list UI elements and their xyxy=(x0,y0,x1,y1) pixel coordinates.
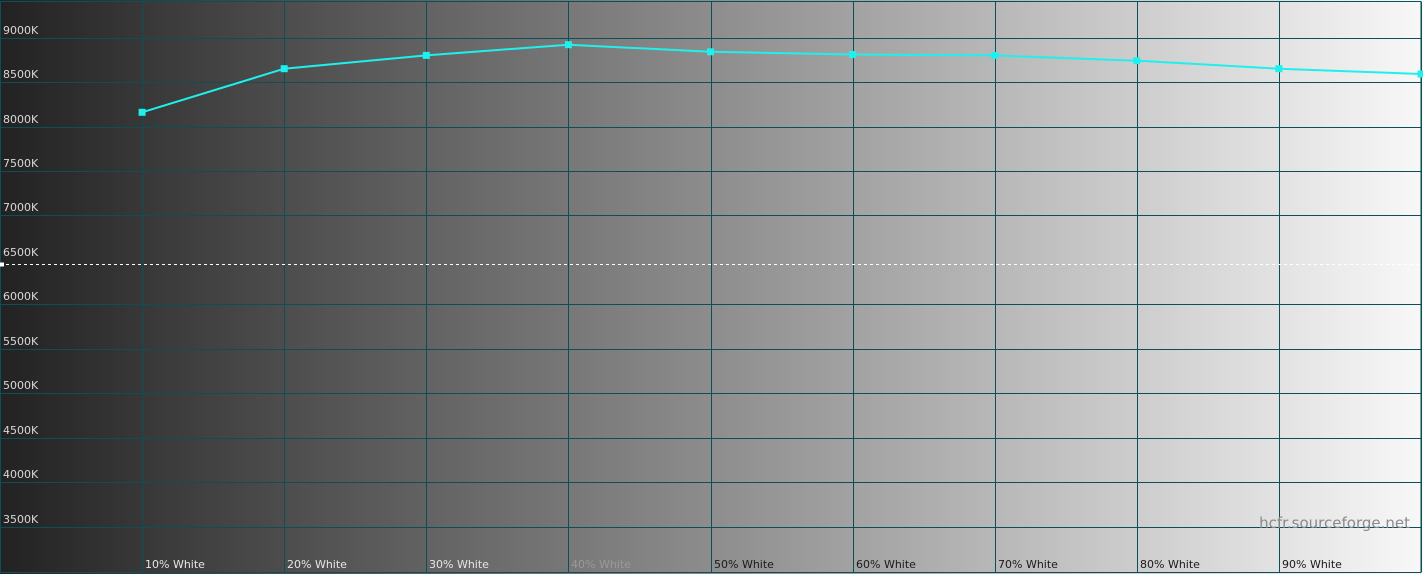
data-point xyxy=(991,51,999,59)
x-tick-label: 30% White xyxy=(429,558,489,571)
chart-container: 9000K 8500K 8000K 7500K 7000K 6500K 6000K 5500K… xyxy=(0,0,1423,574)
y-tick-label: 7000K xyxy=(3,201,39,214)
x-tick-label: 10% White xyxy=(145,558,205,571)
y-tick-label: 9000K xyxy=(3,24,39,37)
x-tick-label: 60% White xyxy=(856,558,916,571)
data-point xyxy=(849,51,857,58)
y-tick-label: 5000K xyxy=(3,379,39,392)
data-point xyxy=(1133,57,1141,65)
data-point xyxy=(564,41,572,49)
y-tick-label: 7500K xyxy=(3,157,39,170)
y-tick-label: 6000K xyxy=(3,290,39,303)
y-tick-label: 3500K xyxy=(3,513,39,526)
x-tick-label: 20% White xyxy=(287,558,347,571)
data-point xyxy=(1417,70,1423,78)
y-tick-label: 8000K xyxy=(3,113,39,126)
y-tick-label: 6500K xyxy=(3,246,39,259)
x-tick-label: 90% White xyxy=(1282,558,1342,571)
color-temperature-chart: 9000K 8500K 8000K 7500K 7000K 6500K 6000K 5500K… xyxy=(0,0,1423,574)
data-point xyxy=(280,65,288,73)
x-tick-label: 70% White xyxy=(998,558,1058,571)
y-tick-label: 5500K xyxy=(3,335,39,348)
watermark: hcfr.sourceforge.net xyxy=(1259,514,1410,532)
y-tick-label: 8500K xyxy=(3,68,39,81)
y-tick-label: 4500K xyxy=(3,424,39,437)
data-point xyxy=(707,48,714,56)
y-tick-label: 4000K xyxy=(3,468,39,481)
x-tick-label: 80% White xyxy=(1140,558,1200,571)
data-point xyxy=(1275,65,1283,73)
x-tick-label: 50% White xyxy=(714,558,774,571)
data-point xyxy=(138,108,146,116)
x-axis-labels: 10% White 20% White 30% White 40% White 50% … xyxy=(145,558,1342,571)
data-point xyxy=(422,51,430,59)
x-tick-label: 40% White xyxy=(571,558,631,571)
